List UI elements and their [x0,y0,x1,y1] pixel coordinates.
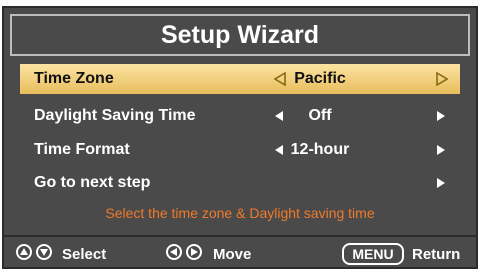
down-circle-icon [36,244,52,260]
menu-item-label: Time Zone [34,70,114,87]
menu-item-value: 12-hour [290,141,350,158]
right-arrow-outline-icon[interactable] [436,64,448,94]
right-arrow-icon[interactable] [436,101,446,131]
left-circle-icon [166,244,182,260]
right-arrow-icon[interactable] [436,168,446,198]
footer-select-label: Select [62,246,107,263]
up-circle-icon [16,244,32,260]
menu-item-label: Daylight Saving Time [34,107,196,124]
right-arrow-icon[interactable] [436,135,446,165]
menu-item-next-step[interactable]: Go to next step [20,168,460,198]
menu-item-value: Pacific [294,70,346,87]
help-hint: Select the time zone & Daylight saving t… [105,205,375,221]
footer-return-label: Return [412,246,461,263]
menu-item-time-format[interactable]: Time Format 12-hour [20,135,460,165]
footer-bar: Select Move MENU Return [4,235,476,269]
page-title: Setup Wizard [10,14,470,56]
right-circle-icon [186,244,202,260]
menu-item-value: Off [308,107,332,124]
menu-key: MENU [342,243,404,265]
menu-item-label: Time Format [34,141,130,158]
menu-item-time-zone[interactable]: Time Zone Pacific [20,64,460,94]
footer-move-label: Move [213,246,252,263]
menu-item-label: Go to next step [34,174,151,191]
setup-wizard-panel: Setup Wizard Time Zone Pacific Daylight … [2,6,478,269]
menu-item-daylight-saving[interactable]: Daylight Saving Time Off [20,101,460,131]
